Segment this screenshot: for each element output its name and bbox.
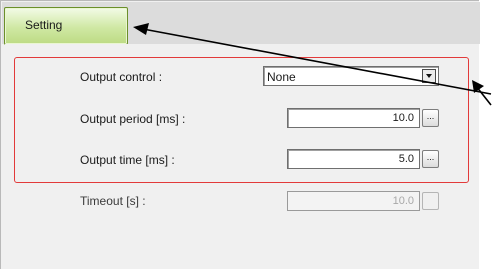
annotation-arrows [133, 23, 492, 106]
arrow-to-tab [142, 28, 492, 95]
arrow-to-tab-head [133, 23, 149, 35]
